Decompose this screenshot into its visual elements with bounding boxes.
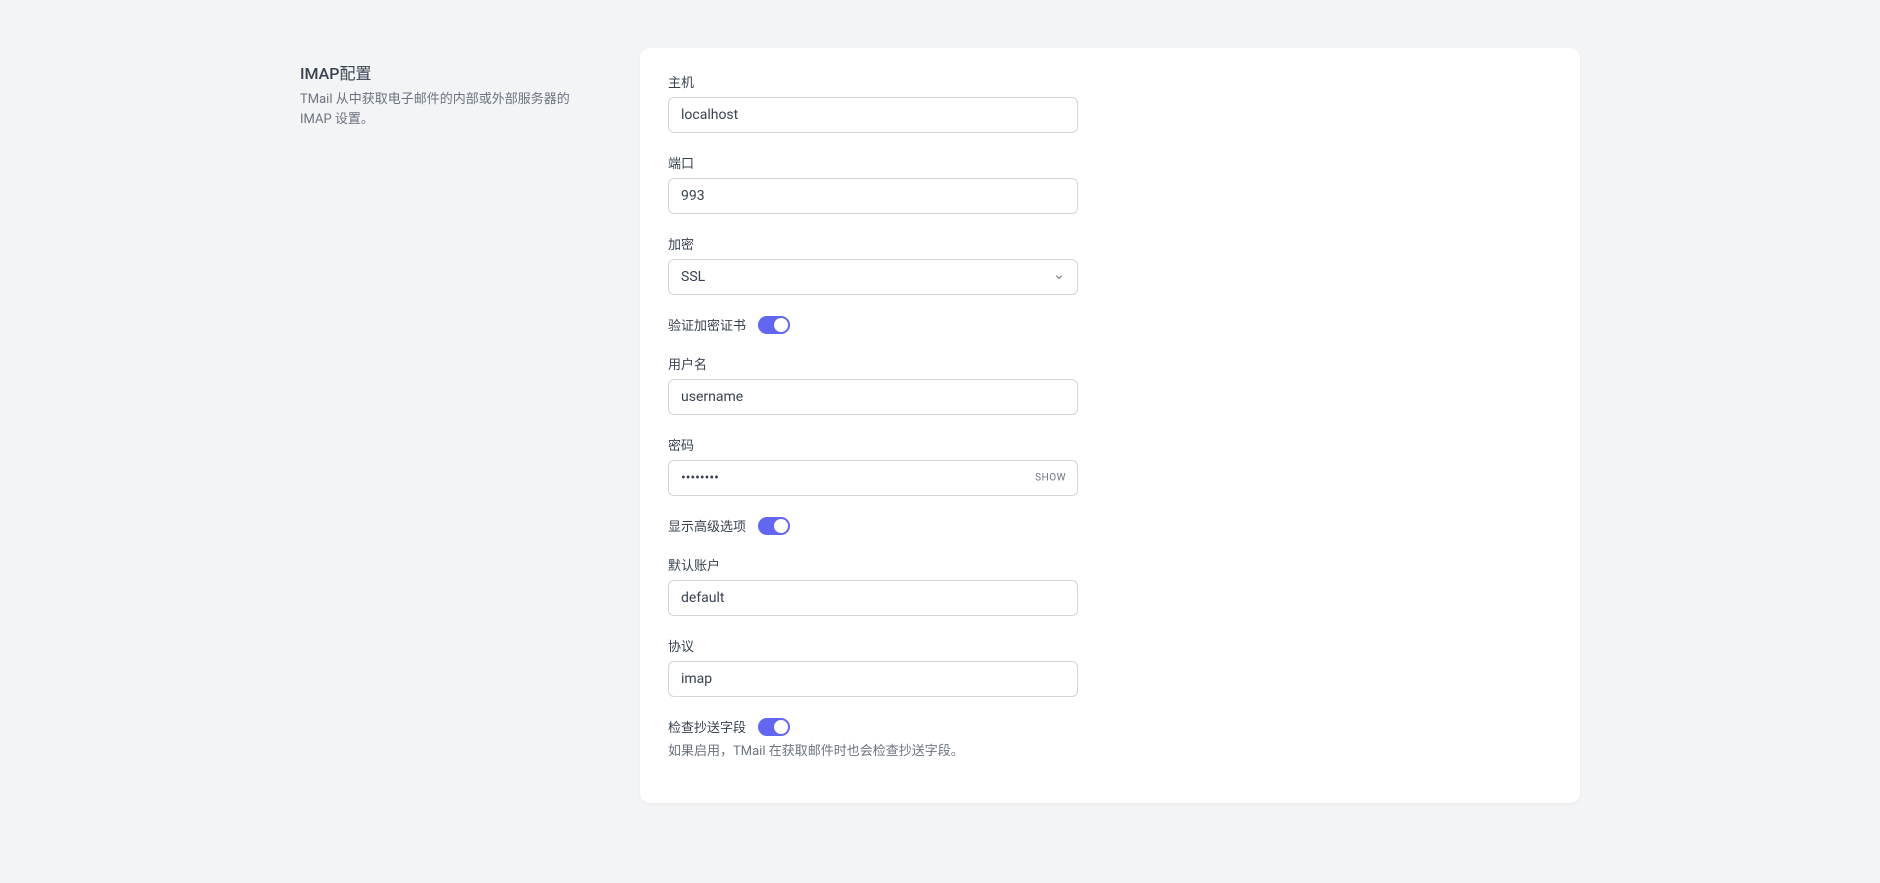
- default-account-input[interactable]: [668, 580, 1078, 616]
- sidebar: IMAP配置 TMail 从中获取电子邮件的内部或外部服务器的 IMAP 设置。: [300, 48, 640, 803]
- advanced-row: 显示高级选项: [668, 516, 1552, 535]
- port-group: 端口: [668, 153, 1552, 214]
- settings-container: IMAP配置 TMail 从中获取电子邮件的内部或外部服务器的 IMAP 设置。…: [300, 0, 1580, 803]
- password-input[interactable]: [668, 460, 1078, 496]
- host-input[interactable]: [668, 97, 1078, 133]
- check-cc-row: 检查抄送字段: [668, 717, 1552, 736]
- default-account-group: 默认账户: [668, 555, 1552, 616]
- show-password-button[interactable]: SHOW: [1035, 473, 1066, 484]
- section-title: IMAP配置: [300, 60, 600, 84]
- encryption-label: 加密: [668, 234, 1552, 253]
- encryption-select-wrapper: SSL: [668, 259, 1078, 295]
- username-group: 用户名: [668, 354, 1552, 415]
- check-cc-block: 检查抄送字段 如果启用，TMail 在获取邮件时也会检查抄送字段。: [668, 717, 1552, 759]
- default-account-label: 默认账户: [668, 555, 1552, 574]
- toggle-knob: [774, 318, 788, 332]
- port-input[interactable]: [668, 178, 1078, 214]
- advanced-toggle[interactable]: [758, 517, 790, 535]
- port-label: 端口: [668, 153, 1552, 172]
- validate-cert-label: 验证加密证书: [668, 315, 746, 334]
- validate-cert-toggle[interactable]: [758, 316, 790, 334]
- settings-card: 主机 端口 加密 SSL 验证加密证书 用户名: [640, 48, 1580, 803]
- host-group: 主机: [668, 72, 1552, 133]
- toggle-knob: [774, 720, 788, 734]
- protocol-group: 协议: [668, 636, 1552, 697]
- check-cc-help: 如果启用，TMail 在获取邮件时也会检查抄送字段。: [668, 740, 1552, 759]
- section-description: TMail 从中获取电子邮件的内部或外部服务器的 IMAP 设置。: [300, 90, 600, 129]
- username-input[interactable]: [668, 379, 1078, 415]
- advanced-label: 显示高级选项: [668, 516, 746, 535]
- username-label: 用户名: [668, 354, 1552, 373]
- toggle-knob: [774, 519, 788, 533]
- password-wrapper: SHOW: [668, 460, 1078, 496]
- host-label: 主机: [668, 72, 1552, 91]
- check-cc-label: 检查抄送字段: [668, 717, 746, 736]
- protocol-label: 协议: [668, 636, 1552, 655]
- password-label: 密码: [668, 435, 1552, 454]
- encryption-group: 加密 SSL: [668, 234, 1552, 295]
- validate-cert-row: 验证加密证书: [668, 315, 1552, 334]
- check-cc-toggle[interactable]: [758, 718, 790, 736]
- encryption-select[interactable]: SSL: [668, 259, 1078, 295]
- protocol-input[interactable]: [668, 661, 1078, 697]
- password-group: 密码 SHOW: [668, 435, 1552, 496]
